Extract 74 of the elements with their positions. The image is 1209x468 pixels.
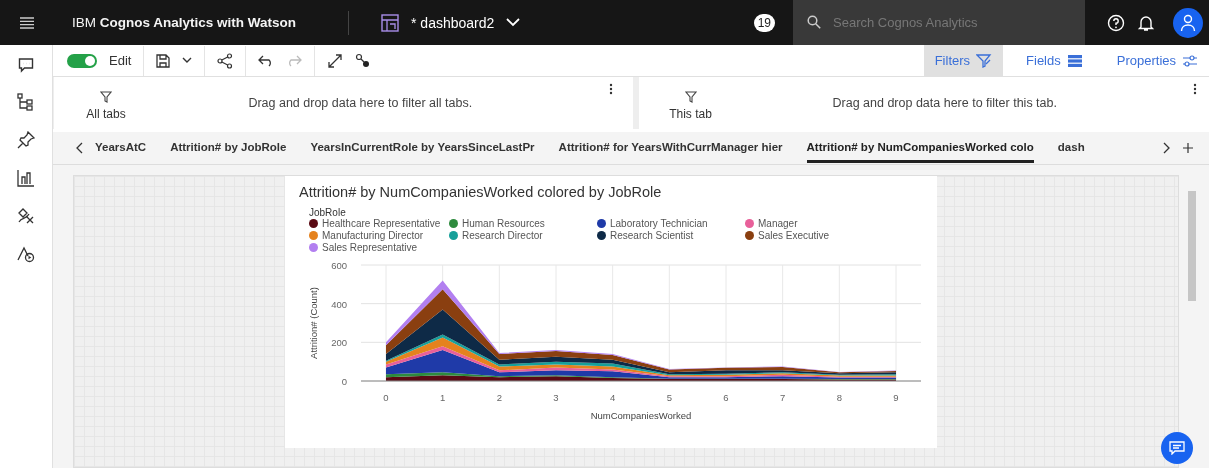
share-icon[interactable] bbox=[217, 52, 234, 69]
menu-icon[interactable] bbox=[20, 16, 34, 29]
filter-drop-zone[interactable]: All tabs Drag and drop data here to filter all tabs. bbox=[53, 77, 625, 129]
filter-icon bbox=[684, 91, 697, 103]
legend-label: Research Director bbox=[462, 230, 543, 241]
filter-scope-label: This tab bbox=[669, 107, 712, 121]
dashboard-icon bbox=[381, 13, 400, 32]
filter-icon bbox=[976, 53, 993, 68]
legend-label: Human Resources bbox=[462, 218, 545, 229]
bell-icon[interactable] bbox=[1137, 13, 1155, 32]
help-icon[interactable] bbox=[1107, 13, 1125, 32]
app-title: IBM Cognos Analytics with Watson bbox=[72, 15, 297, 30]
dashboard-tab[interactable]: Attrition# for YearsWithCurrManager hier bbox=[558, 133, 783, 163]
search-field[interactable]: Search Cognos Analytics bbox=[793, 0, 1085, 45]
filters-button[interactable]: Filters bbox=[923, 45, 1004, 76]
x-tick-label: 2 bbox=[496, 392, 502, 403]
dashboard-tab[interactable]: dash bbox=[1057, 133, 1085, 163]
chevron-right-icon[interactable] bbox=[1163, 142, 1171, 154]
legend-title: JobRole bbox=[309, 207, 347, 218]
legend-label: Sales Representative bbox=[322, 242, 418, 253]
x-tick-label: 3 bbox=[553, 392, 559, 403]
connection-icon[interactable] bbox=[355, 52, 372, 69]
y-tick-label: 600 bbox=[331, 260, 347, 271]
y-tick-label: 0 bbox=[341, 376, 347, 387]
chevron-down-icon[interactable] bbox=[182, 57, 193, 64]
legend-label: Research Scientist bbox=[610, 230, 694, 241]
y-tick-label: 400 bbox=[331, 298, 347, 310]
x-tick-label: 0 bbox=[383, 392, 389, 403]
edit-label: Edit bbox=[109, 53, 132, 68]
dashboard-tab[interactable]: Attrition# by JobRole bbox=[170, 133, 287, 163]
hierarchy-icon[interactable] bbox=[17, 93, 35, 111]
filter-icon bbox=[100, 91, 112, 103]
expand-icon[interactable] bbox=[327, 52, 344, 69]
y-axis-title: Attrition# (Count) bbox=[308, 287, 319, 359]
filter-scope-label: All tabs bbox=[86, 107, 126, 121]
add-icon[interactable] bbox=[1183, 143, 1193, 153]
legend-label: Sales Executive bbox=[758, 230, 830, 241]
x-tick-label: 9 bbox=[893, 392, 899, 403]
pin-icon[interactable] bbox=[17, 131, 35, 149]
fields-button[interactable]: Fields bbox=[1015, 45, 1094, 76]
sliders-icon bbox=[1182, 53, 1198, 68]
overflow-menu-icon[interactable] bbox=[608, 83, 613, 95]
x-tick-label: 6 bbox=[723, 392, 729, 403]
overflow-menu-icon[interactable] bbox=[1193, 83, 1197, 95]
shapes-icon[interactable] bbox=[17, 207, 35, 225]
legend-label: Healthcare Representative bbox=[322, 218, 441, 229]
dashboard-tab[interactable]: YearsAtC bbox=[95, 133, 147, 163]
x-tick-label: 1 bbox=[440, 392, 446, 403]
chat-icon bbox=[1169, 441, 1185, 455]
edit-toggle[interactable] bbox=[67, 53, 97, 68]
notification-count: 19 bbox=[753, 13, 775, 32]
x-tick-label: 7 bbox=[780, 392, 786, 403]
comment-icon[interactable] bbox=[18, 57, 34, 73]
search-icon bbox=[807, 15, 821, 29]
y-tick-label: 200 bbox=[331, 337, 347, 349]
drop-hint: Drag and drop data here to filter this tab. bbox=[831, 96, 1058, 110]
chevron-left-icon[interactable] bbox=[75, 142, 83, 154]
list-icon bbox=[1066, 53, 1083, 68]
drop-hint: Drag and drop data here to filter all tabs. bbox=[247, 96, 474, 110]
dashboard-tab[interactable]: YearsInCurrentRole by YearsSinceLastPr bbox=[310, 133, 535, 163]
x-tick-label: 5 bbox=[666, 392, 672, 403]
x-tick-label: 4 bbox=[610, 392, 616, 403]
user-avatar[interactable] bbox=[1173, 7, 1203, 38]
legend-label: Manager bbox=[758, 218, 798, 229]
media-icon[interactable] bbox=[17, 245, 35, 263]
properties-button[interactable]: Properties bbox=[1105, 45, 1209, 76]
bar-chart-icon[interactable] bbox=[17, 169, 35, 187]
x-tick-label: 8 bbox=[836, 392, 842, 403]
dashboard-name[interactable]: * dashboard2 bbox=[411, 14, 495, 31]
legend-label: Laboratory Technician bbox=[610, 218, 708, 229]
x-axis-title: NumCompaniesWorked bbox=[590, 410, 692, 421]
save-icon[interactable] bbox=[156, 53, 171, 68]
legend-label: Manufacturing Director bbox=[322, 230, 424, 241]
chart-title: Attrition# by NumCompaniesWorked colored by JobRole bbox=[299, 184, 663, 200]
